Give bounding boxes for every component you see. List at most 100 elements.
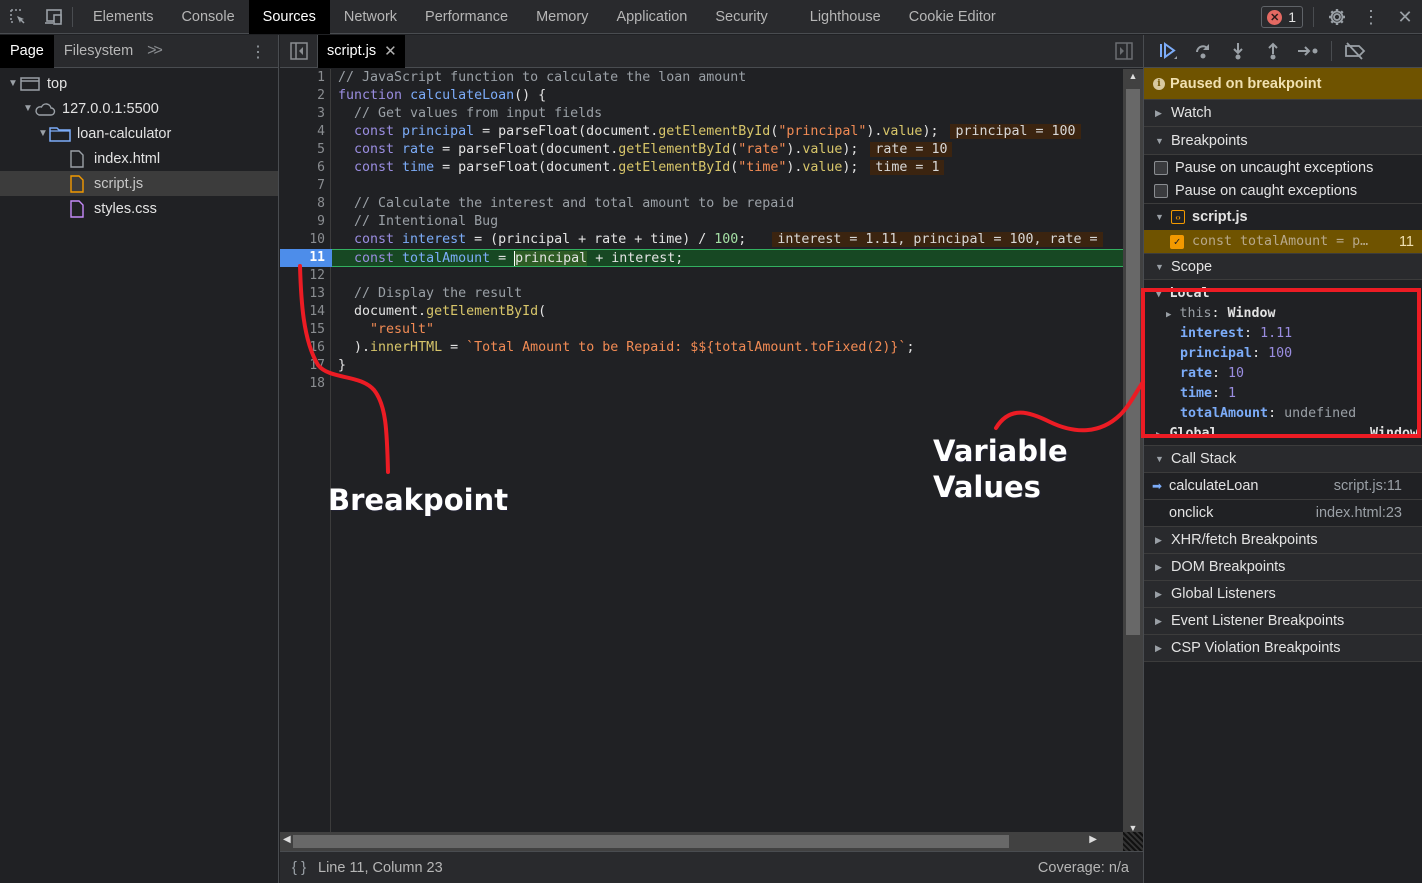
line-number[interactable]: 8 bbox=[280, 195, 330, 213]
vertical-scrollbar[interactable]: ▲ ▼ bbox=[1123, 69, 1143, 835]
line-number[interactable]: 12 bbox=[280, 267, 330, 285]
navigator-kebab-icon[interactable]: ⋮ bbox=[250, 42, 266, 62]
scope-var[interactable]: principal: 100 bbox=[1144, 344, 1422, 364]
close-icon[interactable]: ✕ bbox=[1388, 0, 1422, 34]
breakpoint-marker[interactable]: 11 bbox=[280, 249, 338, 267]
line-number[interactable]: 13 bbox=[280, 285, 330, 303]
tab-cookie-editor[interactable]: Cookie Editor bbox=[895, 0, 1010, 34]
toolbar-divider bbox=[1331, 41, 1332, 61]
breakpoint-line-number: 11 bbox=[1398, 233, 1414, 250]
tree-item-origin[interactable]: ▼ 127.0.0.1:5500 bbox=[0, 96, 278, 121]
section-scope[interactable]: ▼ Scope bbox=[1144, 253, 1422, 280]
scroll-up-arrow-icon[interactable]: ▲ bbox=[1123, 71, 1143, 81]
line-number[interactable]: 15 bbox=[280, 321, 330, 339]
breakpoint-file-group[interactable]: ▼ ‹› script.js bbox=[1144, 203, 1422, 230]
more-tabs-chevron-icon[interactable]: >> bbox=[143, 42, 163, 60]
nav-tab-page[interactable]: Page bbox=[0, 34, 54, 68]
step-icon[interactable] bbox=[1292, 37, 1324, 65]
tree-item-script-js[interactable]: script.js bbox=[0, 171, 278, 196]
tab-application[interactable]: Application bbox=[602, 0, 701, 34]
tab-performance[interactable]: Performance bbox=[411, 0, 522, 34]
editor-tab-script-js[interactable]: script.js ✕ bbox=[318, 34, 405, 68]
line-number[interactable]: 6 bbox=[280, 159, 330, 177]
section-call-stack[interactable]: ▼ Call Stack bbox=[1144, 446, 1422, 473]
section-watch[interactable]: ▶ Watch bbox=[1144, 100, 1422, 127]
expand-triangle-icon[interactable]: ▼ bbox=[7, 78, 19, 89]
scope-var-this[interactable]: ▶ this: Window bbox=[1144, 304, 1422, 324]
pause-uncaught-checkbox[interactable] bbox=[1154, 160, 1168, 175]
section-csp-violation-breakpoints[interactable]: ▶ CSP Violation Breakpoints bbox=[1144, 635, 1422, 662]
breakpoint-entry[interactable]: ✓ const totalAmount = p… 11 bbox=[1144, 230, 1422, 253]
step-out-icon[interactable] bbox=[1257, 37, 1289, 65]
line-number[interactable]: 5 bbox=[280, 141, 330, 159]
pretty-print-icon[interactable]: { } bbox=[280, 859, 318, 876]
nav-tab-filesystem[interactable]: Filesystem bbox=[54, 35, 143, 68]
code-lines[interactable]: // JavaScript function to calculate the … bbox=[332, 69, 1123, 393]
toolbar-divider bbox=[1313, 7, 1314, 27]
vertical-scroll-thumb[interactable] bbox=[1126, 89, 1140, 635]
error-count-badge[interactable]: ✕ 1 bbox=[1261, 6, 1303, 28]
line-number[interactable]: 17 bbox=[280, 357, 330, 375]
line-number[interactable]: 18 bbox=[280, 375, 330, 393]
tab-console[interactable]: Console bbox=[167, 0, 248, 34]
tree-item-index-html[interactable]: index.html bbox=[0, 146, 278, 171]
expand-triangle-icon[interactable]: ▼ bbox=[37, 128, 49, 139]
scope-var[interactable]: time: 1 bbox=[1144, 384, 1422, 404]
toggle-debugger-icon[interactable] bbox=[1115, 42, 1133, 63]
horizontal-scroll-thumb[interactable] bbox=[293, 835, 1009, 848]
breakpoint-enabled-checkbox[interactable]: ✓ bbox=[1170, 234, 1184, 249]
settings-gear-icon[interactable] bbox=[1320, 0, 1354, 34]
code-line: const rate = parseFloat(document.getElem… bbox=[332, 141, 1123, 159]
line-number[interactable]: 7 bbox=[280, 177, 330, 195]
step-over-icon[interactable] bbox=[1187, 37, 1219, 65]
line-number[interactable]: 3 bbox=[280, 105, 330, 123]
scope-var[interactable]: interest: 1.11 bbox=[1144, 324, 1422, 344]
pause-caught-checkbox[interactable] bbox=[1154, 183, 1168, 198]
line-number[interactable]: 4 bbox=[280, 123, 330, 141]
scope-local-header[interactable]: ▼ Local bbox=[1144, 284, 1422, 304]
section-event-listener-breakpoints[interactable]: ▶ Event Listener Breakpoints bbox=[1144, 608, 1422, 635]
tab-network[interactable]: Network bbox=[330, 0, 411, 34]
call-frame-current[interactable]: ➡ calculateLoan script.js:11 bbox=[1144, 473, 1422, 500]
tab-lighthouse[interactable]: Lighthouse bbox=[796, 0, 895, 34]
call-frame[interactable]: onclick index.html:23 bbox=[1144, 500, 1422, 527]
scroll-right-arrow-icon[interactable]: ▶ bbox=[1089, 834, 1097, 845]
tree-item-styles-css[interactable]: styles.css bbox=[0, 196, 278, 221]
deactivate-breakpoints-icon[interactable] bbox=[1339, 37, 1371, 65]
close-tab-icon[interactable]: ✕ bbox=[384, 42, 397, 60]
device-toggle-icon[interactable] bbox=[36, 0, 72, 34]
expand-triangle-icon[interactable]: ▼ bbox=[22, 103, 34, 114]
kebab-menu-icon[interactable]: ⋮ bbox=[1354, 0, 1388, 34]
line-number[interactable]: 2 bbox=[280, 87, 330, 105]
pause-uncaught-option[interactable]: Pause on uncaught exceptions bbox=[1144, 156, 1422, 179]
section-breakpoints[interactable]: ▼ Breakpoints bbox=[1144, 127, 1422, 154]
line-number[interactable]: 16 bbox=[280, 339, 330, 357]
scope-var[interactable]: totalAmount: undefined bbox=[1144, 404, 1422, 424]
pause-caught-option[interactable]: Pause on caught exceptions bbox=[1144, 179, 1422, 202]
scope-var[interactable]: rate: 10 bbox=[1144, 364, 1422, 384]
step-into-icon[interactable] bbox=[1222, 37, 1254, 65]
tree-item-top[interactable]: ▼ top bbox=[0, 71, 278, 96]
tab-memory[interactable]: Memory bbox=[522, 0, 602, 34]
section-xhr-breakpoints[interactable]: ▶ XHR/fetch Breakpoints bbox=[1144, 527, 1422, 554]
line-number[interactable]: 9 bbox=[280, 213, 330, 231]
line-number[interactable]: 14 bbox=[280, 303, 330, 321]
scroll-left-arrow-icon[interactable]: ◀ bbox=[283, 834, 291, 845]
current-frame-arrow-icon: ➡ bbox=[1152, 479, 1163, 493]
tab-sources[interactable]: Sources bbox=[248, 0, 330, 34]
resume-icon[interactable] bbox=[1152, 37, 1184, 65]
line-number[interactable]: 10 bbox=[280, 231, 330, 249]
horizontal-scrollbar[interactable]: ◀ ▶ bbox=[280, 832, 1123, 851]
code-area[interactable]: 1 2 3 4 5 6 7 8 9 10 11 12 13 14 15 16 1… bbox=[280, 69, 1123, 835]
tree-item-folder[interactable]: ▼ loan-calculator bbox=[0, 121, 278, 146]
section-dom-breakpoints[interactable]: ▶ DOM Breakpoints bbox=[1144, 554, 1422, 581]
scope-global[interactable]: ▶ Global Window bbox=[1144, 424, 1422, 446]
tab-security[interactable]: Security bbox=[701, 0, 781, 34]
section-global-listeners[interactable]: ▶ Global Listeners bbox=[1144, 581, 1422, 608]
line-number[interactable]: 1 bbox=[280, 69, 330, 87]
tab-elements[interactable]: Elements bbox=[79, 0, 167, 34]
toggle-navigator-icon[interactable] bbox=[280, 34, 318, 68]
inspect-element-icon[interactable] bbox=[0, 0, 36, 34]
line-gutter[interactable]: 1 2 3 4 5 6 7 8 9 10 11 12 13 14 15 16 1… bbox=[280, 69, 338, 835]
